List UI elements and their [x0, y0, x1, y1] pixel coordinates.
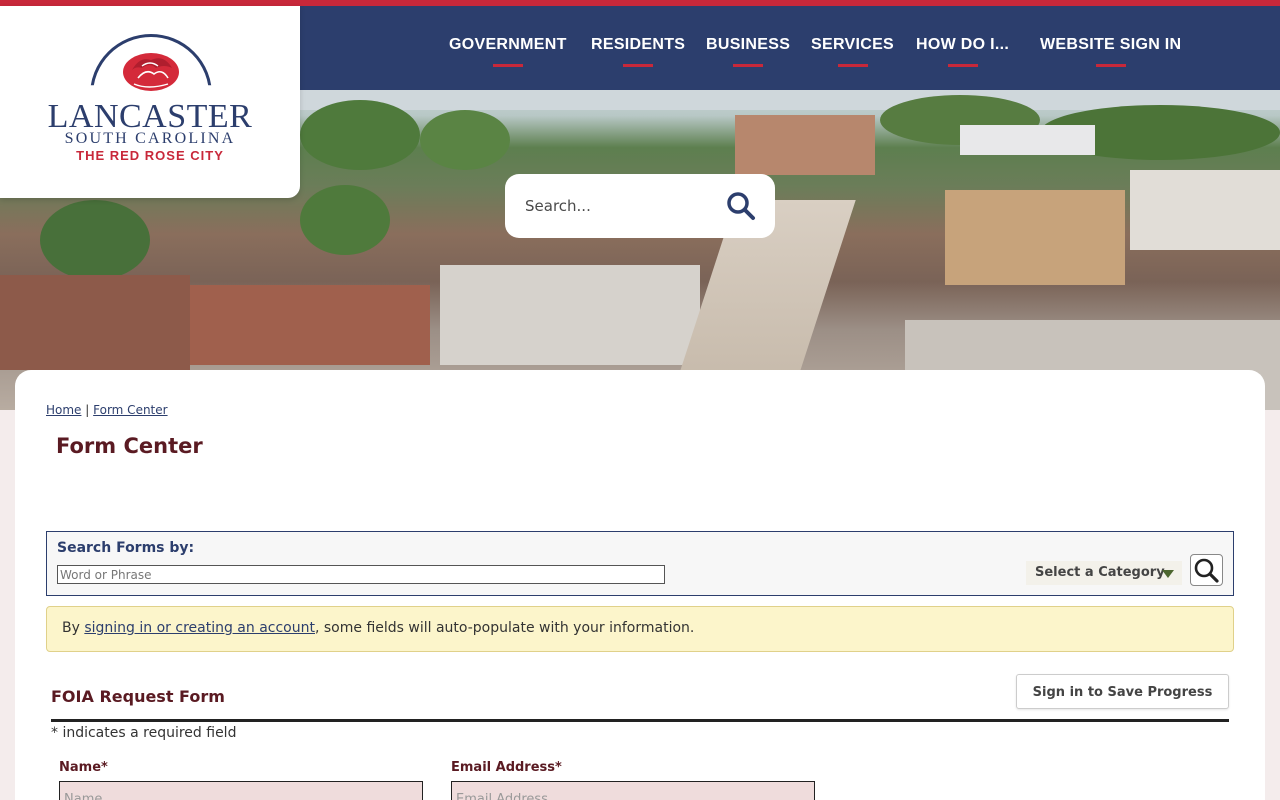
nav-government[interactable]: GOVERNMENT	[449, 36, 567, 67]
form-divider	[51, 719, 1229, 722]
search-forms-label: Search Forms by:	[57, 540, 195, 556]
autopopulate-notice: By signing in or creating an account, so…	[46, 606, 1234, 652]
chevron-down-icon	[1162, 570, 1174, 578]
name-field-label: Name*	[59, 760, 108, 775]
search-icon	[727, 192, 755, 220]
forms-search-button[interactable]	[1190, 554, 1223, 586]
category-select-label: Select a Category	[1035, 565, 1165, 580]
sign-in-save-progress-button[interactable]: Sign in to Save Progress	[1016, 674, 1229, 709]
nav-label: SERVICES	[811, 36, 895, 53]
site-logo[interactable]: LANCASTER SOUTH CAROLINA THE RED ROSE CI…	[0, 6, 300, 198]
page-title: Form Center	[56, 434, 203, 458]
breadcrumb: Home | Form Center	[46, 403, 168, 417]
required-field-note: * indicates a required field	[51, 725, 237, 741]
breadcrumb-current-link[interactable]: Form Center	[93, 403, 167, 417]
nav-underline	[733, 64, 764, 67]
notice-prefix: By	[62, 620, 85, 636]
email-field-label: Email Address*	[451, 760, 562, 775]
nav-underline	[947, 64, 978, 67]
nav-label: GOVERNMENT	[449, 36, 567, 53]
notice-suffix: , some fields will auto-populate with yo…	[314, 620, 695, 636]
nav-label: BUSINESS	[706, 36, 791, 53]
sign-in-link[interactable]: signing in or creating an account	[84, 620, 315, 636]
main-content: Home | Form Center Form Center Search Fo…	[15, 370, 1265, 800]
logo-tagline: THE RED ROSE CITY	[76, 148, 224, 163]
nav-underline	[1095, 64, 1126, 67]
category-select[interactable]: Select a Category	[1026, 561, 1182, 585]
breadcrumb-home-link[interactable]: Home	[46, 403, 81, 417]
nav-label: WEBSITE SIGN IN	[1040, 36, 1182, 53]
nav-how-do-i[interactable]: HOW DO I...	[916, 36, 1009, 67]
nav-label: HOW DO I...	[916, 36, 1010, 53]
nav-underline	[623, 64, 654, 67]
rose-icon	[123, 53, 179, 91]
email-field[interactable]	[451, 781, 815, 800]
site-search-input[interactable]	[525, 194, 725, 218]
logo-subtitle: SOUTH CAROLINA	[64, 130, 236, 147]
nav-website-sign-in[interactable]: WEBSITE SIGN IN	[1040, 36, 1181, 67]
site-search-button[interactable]	[725, 190, 757, 222]
search-icon	[1194, 558, 1219, 583]
nav-underline	[492, 64, 523, 67]
form-title: FOIA Request Form	[51, 687, 225, 706]
breadcrumb-separator: |	[85, 403, 90, 417]
site-search	[505, 174, 775, 238]
nav-services[interactable]: SERVICES	[811, 36, 894, 67]
search-forms-panel: Search Forms by: Select a Category	[46, 531, 1234, 596]
nav-label: RESIDENTS	[591, 36, 686, 53]
main-navbar: GOVERNMENT RESIDENTS BUSINESS SERVICES H…	[300, 6, 1280, 90]
name-field[interactable]	[59, 781, 423, 800]
nav-residents[interactable]: RESIDENTS	[591, 36, 685, 67]
nav-underline	[837, 64, 868, 67]
nav-business[interactable]: BUSINESS	[706, 36, 790, 67]
forms-search-input[interactable]	[57, 565, 665, 584]
